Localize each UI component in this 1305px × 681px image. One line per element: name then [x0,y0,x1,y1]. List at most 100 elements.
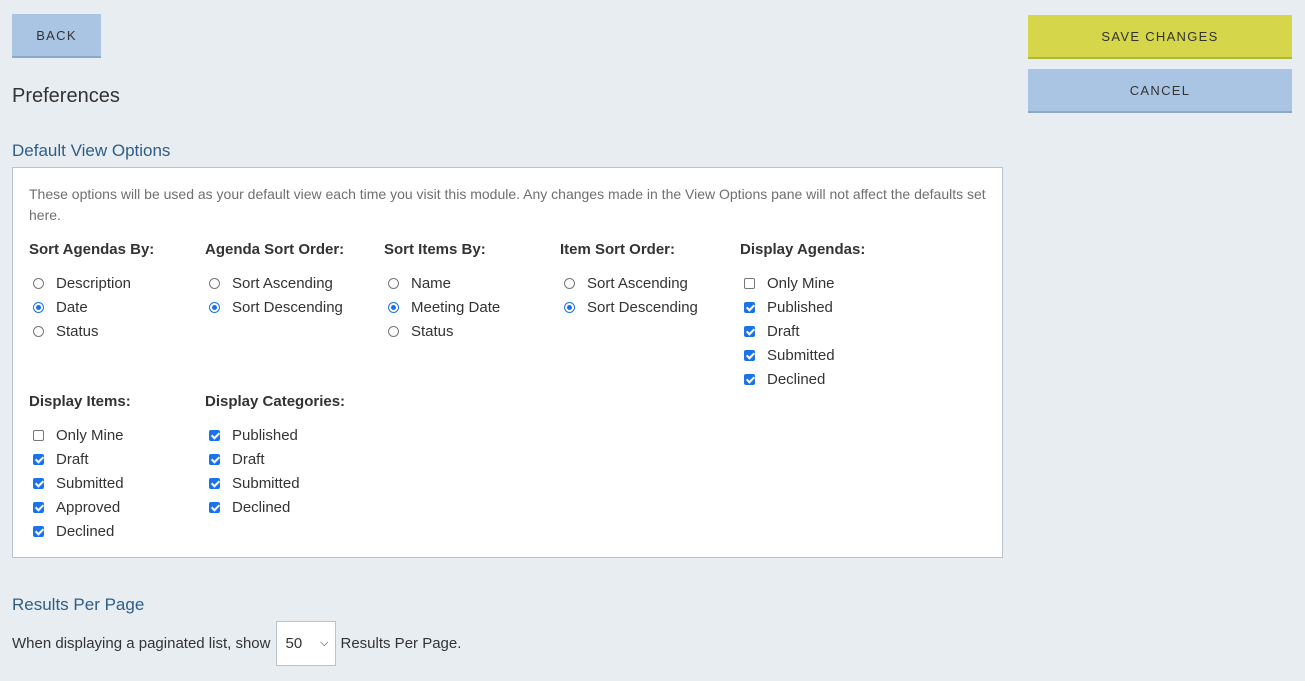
radio-button[interactable] [209,301,220,313]
option-group-label: Sort Items By: [384,241,486,258]
option-label: Submitted [56,474,124,492]
radio-button[interactable] [564,301,575,313]
option-label: Sort Descending [587,298,698,316]
checkbox[interactable] [209,477,220,489]
option-label: Only Mine [767,274,835,292]
checkbox-option[interactable]: Published [205,423,345,447]
option-label: Date [56,298,88,316]
option-label: Declined [56,522,115,540]
results-per-page-value: 50 [285,635,303,652]
checkbox-option[interactable]: Declined [205,495,345,519]
checkbox[interactable] [33,525,44,537]
option-group: Sort Agendas By: Description Date Status [29,239,154,343]
option-label: Declined [232,498,291,516]
results-per-page-select[interactable]: 50 ⌵ [275,621,336,666]
radio-option[interactable]: Sort Descending [205,295,344,319]
option-label: Name [411,274,452,292]
checkbox-option[interactable]: Declined [29,519,131,543]
checkbox[interactable] [33,477,44,489]
checkbox[interactable] [33,453,44,465]
checkbox-option[interactable]: Only Mine [29,423,131,447]
option-group: Display Items: Only Mine Draft Submitted App… [29,391,131,543]
checkbox-option[interactable]: Approved [29,495,131,519]
option-group-label: Sort Agendas By: [29,241,155,258]
option-label: Submitted [232,474,300,492]
option-group: Item Sort Order: Sort Ascending Sort Desce… [560,239,698,319]
radio-option[interactable]: Status [384,319,500,343]
checkbox-option[interactable]: Declined [740,367,865,391]
option-group-label: Display Agendas: [740,241,866,258]
results-per-page-suffix: Results Per Page. [340,635,462,652]
option-group-label: Display Categories: [205,393,346,410]
checkbox[interactable] [744,373,755,385]
radio-option[interactable]: Description [29,271,154,295]
radio-option[interactable]: Meeting Date [384,295,500,319]
radio-button[interactable] [209,277,220,289]
option-group: Sort Items By: Name Meeting Date Status [384,239,500,343]
option-label: Sort Ascending [232,274,333,292]
radio-option[interactable]: Name [384,271,500,295]
radio-button[interactable] [388,277,399,289]
checkbox[interactable] [744,301,755,313]
checkbox-option[interactable]: Submitted [29,471,131,495]
checkbox-option[interactable]: Draft [205,447,345,471]
option-label: Sort Descending [232,298,343,316]
option-label: Sort Ascending [587,274,688,292]
checkbox[interactable] [33,429,44,441]
option-group-label: Display Items: [29,393,131,410]
option-label: Draft [56,450,89,468]
default-view-options-panel: These options will be used as your defau… [12,167,1003,558]
option-label: Submitted [767,346,835,364]
default-view-description: These options will be used as your defau… [29,186,986,223]
option-group-label: Item Sort Order: [560,241,676,258]
option-label: Status [56,322,99,340]
radio-option[interactable]: Sort Ascending [205,271,344,295]
radio-button[interactable] [388,325,399,337]
checkbox-option[interactable]: Published [740,295,865,319]
checkbox[interactable] [209,429,220,441]
radio-button[interactable] [33,325,44,337]
back-button[interactable]: BACK [12,14,101,58]
option-label: Declined [767,370,826,388]
radio-option[interactable]: Sort Descending [560,295,698,319]
results-per-page-prefix: When displaying a paginated list, show [12,635,271,652]
checkbox[interactable] [744,349,755,361]
results-per-page-heading: Results Per Page [12,595,145,614]
checkbox[interactable] [744,277,755,289]
radio-option[interactable]: Date [29,295,154,319]
checkbox[interactable] [209,453,220,465]
option-group: Agenda Sort Order: Sort Ascending Sort Des… [205,239,344,319]
checkbox[interactable] [33,501,44,513]
radio-button[interactable] [33,277,44,289]
checkbox[interactable] [209,501,220,513]
option-label: Published [232,426,298,444]
page-title: Preferences [12,85,120,107]
option-group-label: Agenda Sort Order: [205,241,345,258]
checkbox-option[interactable]: Draft [29,447,131,471]
checkbox[interactable] [744,325,755,337]
checkbox-option[interactable]: Draft [740,319,865,343]
option-label: Status [411,322,454,340]
default-view-options-heading: Default View Options [12,141,171,160]
radio-button[interactable] [564,277,575,289]
checkbox-option[interactable]: Submitted [740,343,865,367]
option-label: Meeting Date [411,298,501,316]
radio-option[interactable]: Sort Ascending [560,271,698,295]
option-label: Draft [767,322,800,340]
radio-option[interactable]: Status [29,319,154,343]
checkbox-option[interactable]: Only Mine [740,271,865,295]
checkbox-option[interactable]: Submitted [205,471,345,495]
radio-button[interactable] [388,301,399,313]
option-label: Approved [56,498,121,516]
results-per-page-row: When displaying a paginated list, show 5… [12,621,461,666]
cancel-button[interactable]: CANCEL [1028,69,1292,113]
option-label: Description [56,274,132,292]
option-group: Display Agendas: Only Mine Published Draft S… [740,239,865,391]
radio-button[interactable] [33,301,44,313]
option-label: Draft [232,450,265,468]
save-changes-button[interactable]: SAVE CHANGES [1028,15,1292,59]
option-label: Only Mine [56,426,124,444]
chevron-down-icon: ⌵ [320,637,329,649]
option-group: Display Categories: Published Draft Submitt… [205,391,345,519]
option-label: Published [767,298,833,316]
